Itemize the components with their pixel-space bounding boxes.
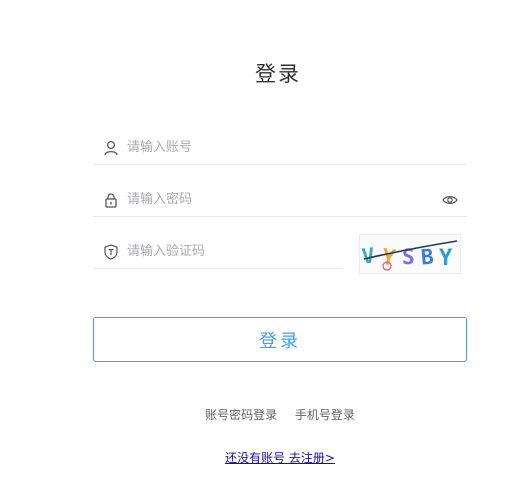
captcha-input[interactable]: [127, 244, 343, 259]
password-input[interactable]: [127, 192, 467, 207]
register-link[interactable]: 还没有账号 去注册>: [225, 451, 335, 465]
lock-icon: [102, 191, 120, 209]
eye-icon[interactable]: [442, 192, 458, 208]
login-mode-switch: 账号密码登录 手机号登录: [0, 406, 526, 423]
captcha-image[interactable]: V Y S B Y: [359, 234, 461, 274]
page-title: 登录: [255, 62, 301, 86]
username-input[interactable]: [127, 140, 467, 155]
password-field[interactable]: [93, 183, 467, 217]
shield-icon: [102, 243, 120, 261]
account-password-login-link[interactable]: 账号密码登录: [205, 408, 277, 422]
captcha-graphic: V Y S B Y: [361, 240, 458, 272]
phone-login-link[interactable]: 手机号登录: [295, 408, 355, 422]
captcha-field[interactable]: [93, 235, 343, 269]
register-row: 还没有账号 去注册>: [0, 449, 526, 466]
login-button[interactable]: 登录: [93, 317, 467, 362]
username-field[interactable]: [93, 131, 467, 165]
svg-text:B: B: [420, 245, 435, 270]
user-icon: [102, 139, 120, 157]
svg-text:Y: Y: [439, 246, 453, 271]
